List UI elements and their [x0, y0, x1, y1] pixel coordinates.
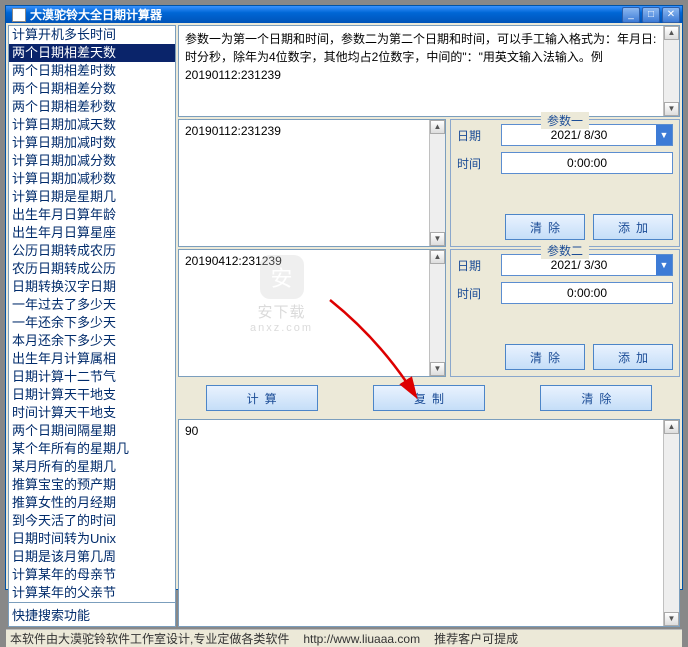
- sidebar-item[interactable]: 日期计算十二节气: [9, 368, 175, 386]
- titlebar[interactable]: 大漠驼铃大全日期计算器 _ □ ✕: [6, 6, 682, 23]
- status-url[interactable]: http://www.liuaaa.com: [303, 632, 420, 646]
- app-window: 大漠驼铃大全日期计算器 _ □ ✕ 计算开机多长时间两个日期相差天数两个日期相差…: [5, 5, 683, 590]
- chevron-down-icon[interactable]: ▼: [656, 125, 672, 145]
- param2-date-label: 日期: [457, 257, 493, 274]
- sidebar-item[interactable]: 两个日期间隔星期: [9, 422, 175, 440]
- param2-text-area[interactable]: 20190412:231239 ▲▼: [178, 249, 446, 377]
- scroll-up-icon[interactable]: ▲: [664, 26, 679, 40]
- sidebar-item[interactable]: 两个日期相差时数: [9, 62, 175, 80]
- sidebar-item[interactable]: 出生年月日算年龄: [9, 206, 175, 224]
- param1-group: 参数一 日期 2021/ 8/30 ▼ 时间 0:00:00: [450, 119, 680, 247]
- sidebar-item[interactable]: 计算日期加减分数: [9, 152, 175, 170]
- sidebar-item[interactable]: 计算日期加减天数: [9, 116, 175, 134]
- maximize-button[interactable]: □: [642, 7, 660, 23]
- sidebar-item[interactable]: 计算开机多长时间: [9, 26, 175, 44]
- param2-text[interactable]: 20190412:231239: [179, 250, 429, 376]
- function-list[interactable]: 计算开机多长时间两个日期相差天数两个日期相差时数两个日期相差分数两个日期相差秒数…: [9, 26, 175, 602]
- sidebar-item[interactable]: 某个年所有的星期几: [9, 440, 175, 458]
- sidebar-item[interactable]: 日期计算天干地支: [9, 386, 175, 404]
- clear-all-button[interactable]: 清除: [540, 385, 652, 411]
- app-icon: [12, 8, 26, 22]
- sidebar-item[interactable]: 计算日期加减秒数: [9, 170, 175, 188]
- sidebar-item[interactable]: 两个日期相差秒数: [9, 98, 175, 116]
- sidebar-item[interactable]: 到今天活了的时间: [9, 512, 175, 530]
- sidebar-item[interactable]: 日期是该月第几周: [9, 548, 175, 566]
- sidebar-item[interactable]: 日期时间转为Unix: [9, 530, 175, 548]
- sidebar-item[interactable]: 本月还余下多少天: [9, 332, 175, 350]
- scrollbar[interactable]: ▲ ▼: [663, 26, 679, 116]
- instruction-area: 参数一为第一个日期和时间，参数二为第二个日期和时间，可以手工输入格式为：年月日:…: [178, 25, 680, 117]
- sidebar-item[interactable]: 出生年月计算属相: [9, 350, 175, 368]
- param2-time-field[interactable]: 0:00:00: [501, 282, 673, 304]
- action-row: 计算 复制 清除: [178, 379, 680, 417]
- sidebar-item[interactable]: 一年还余下多少天: [9, 314, 175, 332]
- param2-group: 参数二 日期 2021/ 3/30 ▼ 时间 0:00:00: [450, 249, 680, 377]
- scrollbar[interactable]: ▲▼: [429, 250, 445, 376]
- window-title: 大漠驼铃大全日期计算器: [30, 6, 622, 23]
- param2-time-label: 时间: [457, 285, 493, 302]
- status-right: 推荐客户可提成: [434, 630, 518, 647]
- minimize-button[interactable]: _: [622, 7, 640, 23]
- param1-time-field[interactable]: 0:00:00: [501, 152, 673, 174]
- param2-add-button[interactable]: 添加: [593, 344, 673, 370]
- close-button[interactable]: ✕: [662, 7, 680, 23]
- param1-text[interactable]: 20190112:231239: [179, 120, 429, 246]
- calculate-button[interactable]: 计算: [206, 385, 318, 411]
- instruction-text: 参数一为第一个日期和时间，参数二为第二个日期和时间，可以手工输入格式为：年月日:…: [179, 26, 663, 116]
- client-area: 计算开机多长时间两个日期相差天数两个日期相差时数两个日期相差分数两个日期相差秒数…: [6, 23, 682, 629]
- sidebar-item[interactable]: 推算宝宝的预产期: [9, 476, 175, 494]
- param1-date-label: 日期: [457, 127, 493, 144]
- statusbar: 本软件由大漠驼铃软件工作室设计,专业定做各类软件 http://www.liua…: [6, 629, 682, 647]
- result-text[interactable]: 90: [179, 420, 663, 626]
- scroll-down-icon[interactable]: ▼: [664, 102, 679, 116]
- param2-clear-button[interactable]: 清除: [505, 344, 585, 370]
- scrollbar[interactable]: ▲▼: [663, 420, 679, 626]
- param1-add-button[interactable]: 添加: [593, 214, 673, 240]
- sidebar-item[interactable]: 出生年月日算星座: [9, 224, 175, 242]
- sidebar-item[interactable]: 两个日期相差分数: [9, 80, 175, 98]
- sidebar-item[interactable]: 计算日期加减时数: [9, 134, 175, 152]
- param1-time-label: 时间: [457, 155, 493, 172]
- sidebar-item[interactable]: 计算日期是星期几: [9, 188, 175, 206]
- sidebar-item[interactable]: 推算女性的月经期: [9, 494, 175, 512]
- sidebar-item[interactable]: 时间计算天干地支: [9, 404, 175, 422]
- param1-text-area[interactable]: 20190112:231239 ▲▼: [178, 119, 446, 247]
- sidebar-item[interactable]: 农历日期转成公历: [9, 260, 175, 278]
- function-sidebar: 计算开机多长时间两个日期相差天数两个日期相差时数两个日期相差分数两个日期相差秒数…: [8, 25, 176, 627]
- sidebar-item[interactable]: 公历日期转成农历: [9, 242, 175, 260]
- sidebar-item[interactable]: 日期转换汉字日期: [9, 278, 175, 296]
- sidebar-item[interactable]: 计算某年的母亲节: [9, 566, 175, 584]
- copy-button[interactable]: 复制: [373, 385, 485, 411]
- chevron-down-icon[interactable]: ▼: [656, 255, 672, 275]
- status-left: 本软件由大漠驼铃软件工作室设计,专业定做各类软件: [10, 630, 289, 647]
- sidebar-item[interactable]: 两个日期相差天数: [9, 44, 175, 62]
- scrollbar[interactable]: ▲▼: [429, 120, 445, 246]
- param2-title: 参数二: [541, 242, 589, 259]
- param1-clear-button[interactable]: 清除: [505, 214, 585, 240]
- param1-title: 参数一: [541, 112, 589, 129]
- quick-search-label[interactable]: 快捷搜索功能: [9, 602, 175, 626]
- sidebar-item[interactable]: 某月所有的星期几: [9, 458, 175, 476]
- sidebar-item[interactable]: 一年过去了多少天: [9, 296, 175, 314]
- sidebar-item[interactable]: 计算某年的父亲节: [9, 584, 175, 602]
